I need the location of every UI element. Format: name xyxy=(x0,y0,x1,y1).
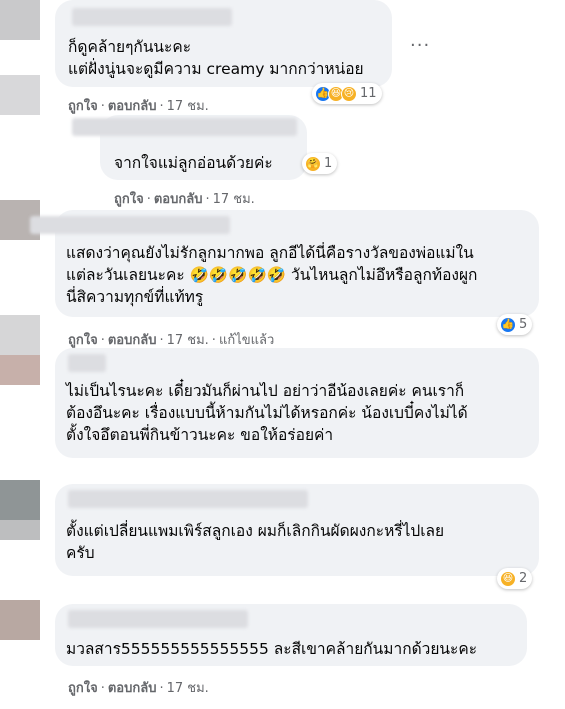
like-button[interactable]: ถูกใจ xyxy=(68,333,98,348)
comment-text: แสดงว่าคุณยังไม่รักลูกมากพอ ลูกอีได้นี่ค… xyxy=(66,244,478,306)
avatar[interactable] xyxy=(0,355,40,385)
edited-label[interactable]: แก้ไขแล้ว xyxy=(219,333,274,348)
like-icon: 👍 xyxy=(500,316,516,333)
timestamp[interactable]: 17 ชม. xyxy=(213,192,255,207)
commenter-name[interactable] xyxy=(30,216,230,234)
timestamp[interactable]: 17 ชม. xyxy=(167,99,209,114)
reaction-summary[interactable]: 👍 😆 😢 11 xyxy=(312,83,382,104)
reaction-summary[interactable]: 👍 5 xyxy=(497,314,533,335)
avatar[interactable] xyxy=(0,480,40,520)
more-options-icon[interactable]: ··· xyxy=(410,35,430,56)
avatar[interactable] xyxy=(0,75,40,115)
like-button[interactable]: ถูกใจ xyxy=(68,681,98,696)
avatar[interactable] xyxy=(0,600,40,640)
commenter-name[interactable] xyxy=(72,8,232,26)
comment-text: จากใจแม่ลูกอ่อนด้วยค่ะ xyxy=(114,154,273,172)
sad-icon: 😢 xyxy=(341,85,357,102)
reaction-count: 5 xyxy=(519,317,528,332)
comment-text: ก็ดูคล้ายๆกันนะคะ แต่ฝั่งนู่นจะดูมีความ … xyxy=(68,38,364,78)
reply-button[interactable]: ตอบกลับ xyxy=(108,333,157,348)
avatar[interactable] xyxy=(0,0,40,40)
care-icon: 🤗 xyxy=(305,155,321,172)
reaction-count: 11 xyxy=(360,86,377,101)
like-button[interactable]: ถูกใจ xyxy=(68,99,98,114)
comment-actions: ถูกใจ · ตอบกลับ · 17 ชม. xyxy=(68,99,209,114)
comment-actions: ถูกใจ · ตอบกลับ · 17 ชม. · แก้ไขแล้ว xyxy=(68,333,275,348)
avatar[interactable] xyxy=(0,520,40,540)
commenter-name[interactable] xyxy=(68,490,308,508)
reply-button[interactable]: ตอบกลับ xyxy=(108,681,157,696)
like-button[interactable]: ถูกใจ xyxy=(114,192,144,207)
reply-button[interactable]: ตอบกลับ xyxy=(154,192,203,207)
reaction-summary[interactable]: 🤗 1 xyxy=(302,153,338,174)
comment-text: ไม่เป็นไรนะคะ เดี๋ยวมันก็ผ่านไป อย่าว่าอ… xyxy=(66,382,468,444)
timestamp[interactable]: 17 ชม. xyxy=(167,681,209,696)
comment-text: ตั้งแต่เปลี่ยนแพมเพิร์สลูกเอง ผมก็เลิกกิ… xyxy=(66,522,445,562)
timestamp[interactable]: 17 ชม. xyxy=(167,333,209,348)
commenter-name[interactable] xyxy=(72,118,297,136)
comment-actions: ถูกใจ · ตอบกลับ · 17 ชม. xyxy=(114,192,255,207)
comment-actions: ถูกใจ · ตอบกลับ · 17 ชม. xyxy=(68,681,209,696)
avatar[interactable] xyxy=(0,315,40,355)
reaction-summary[interactable]: 😆 2 xyxy=(497,568,533,589)
comment-text: มวลสาร555555555555555 ละสีเขาคล้ายกันมาก… xyxy=(66,640,478,658)
reaction-count: 1 xyxy=(324,156,333,171)
reaction-count: 2 xyxy=(519,571,528,586)
reply-button[interactable]: ตอบกลับ xyxy=(108,99,157,114)
haha-icon: 😆 xyxy=(500,570,516,587)
commenter-name[interactable] xyxy=(68,610,248,628)
commenter-name[interactable] xyxy=(68,354,106,372)
